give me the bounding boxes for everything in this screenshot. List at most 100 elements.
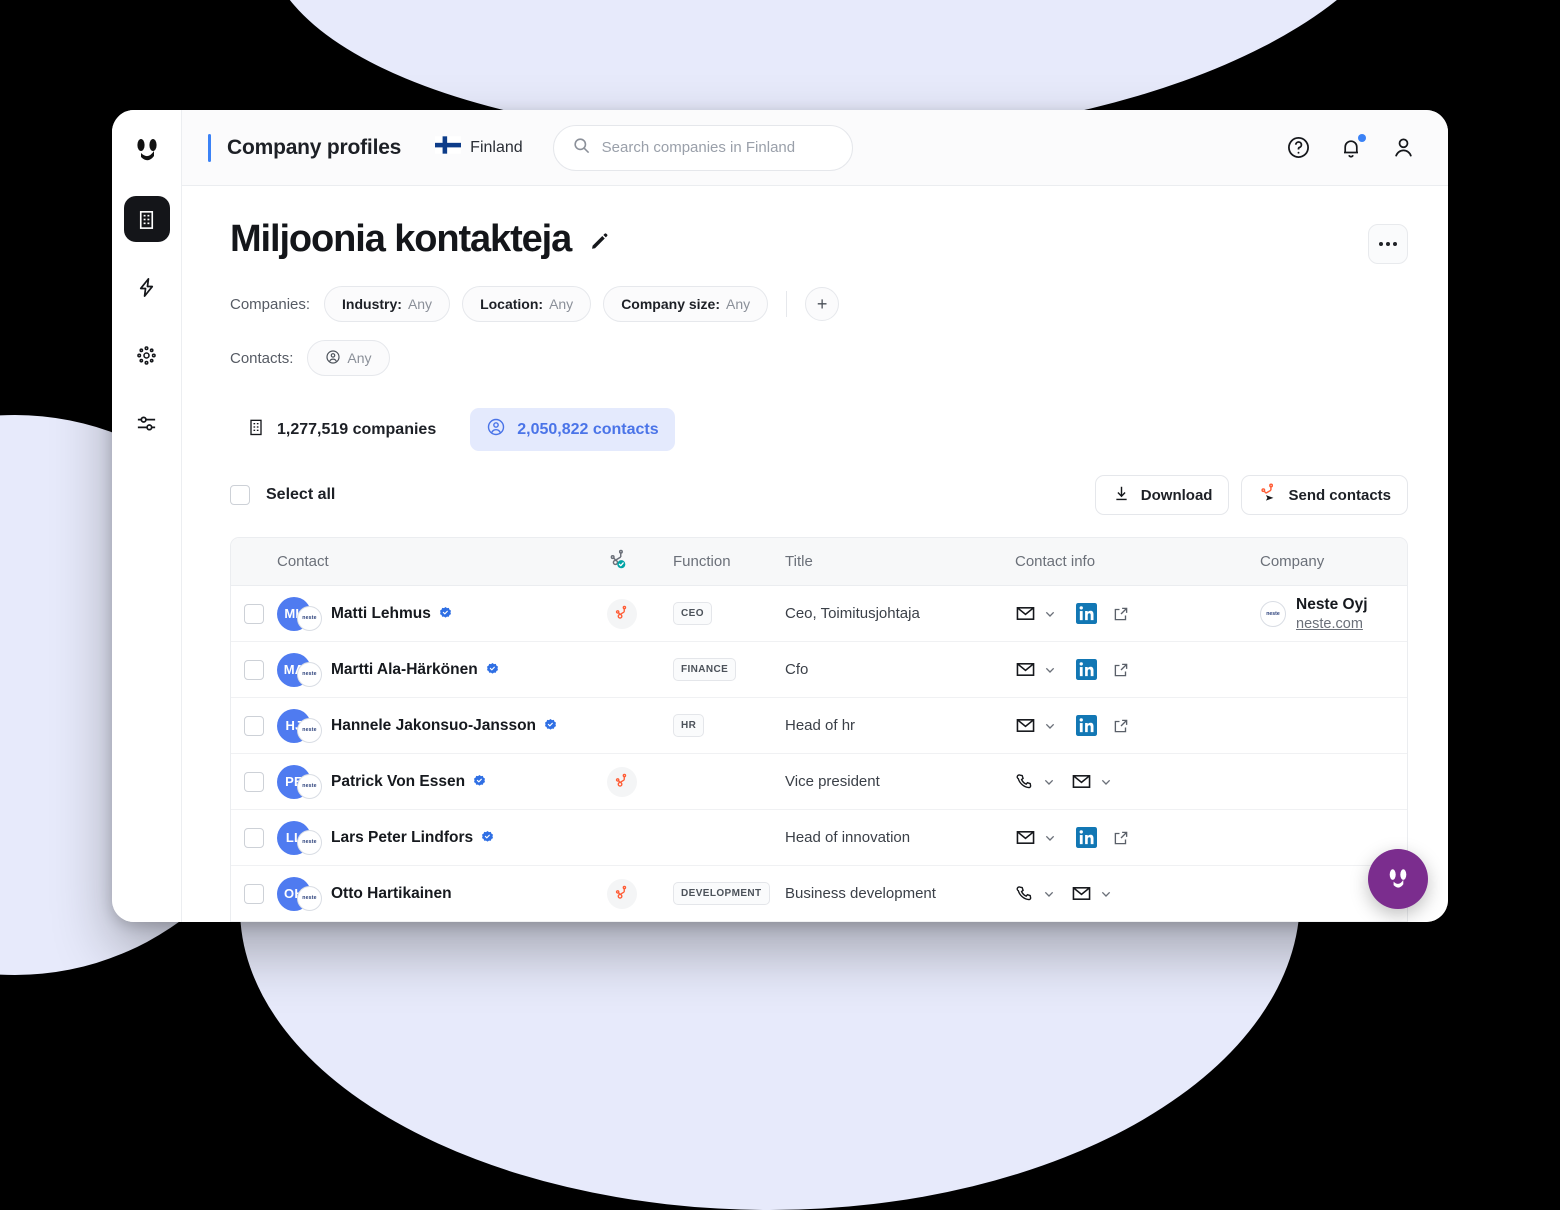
avatar-company-badge: neste	[297, 605, 322, 631]
company-filters: Companies: Industry: Any Location: Any C…	[230, 286, 1408, 322]
table-row[interactable]: LL neste Lars Peter Lindfors Head of innova…	[231, 810, 1407, 866]
table-row[interactable]: OH neste Otto Hartikainen DEVELOPMENT Busine…	[231, 866, 1407, 922]
hubspot-row-icon[interactable]	[607, 878, 637, 909]
verified-badge-icon	[485, 662, 500, 677]
table-header-row: Contact Function Title Contact info Comp…	[231, 538, 1407, 586]
avatar[interactable]: ML neste	[277, 596, 322, 632]
country-selector[interactable]: Finland	[435, 136, 523, 159]
company-url-link[interactable]: neste.com	[1296, 616, 1368, 632]
table-row[interactable]: HJ neste Hannele Jakonsuo-Jansson HR Head of…	[231, 698, 1407, 754]
account-icon[interactable]	[1391, 135, 1416, 160]
lightning-bolt-icon	[135, 276, 158, 299]
table-row[interactable]: MA neste Martti Ala-Härkönen FINANCE Cfo	[231, 642, 1407, 698]
select-all-label: Select all	[266, 486, 336, 503]
column-header-title[interactable]: Title	[785, 553, 1015, 570]
download-label: Download	[1140, 486, 1213, 504]
row-checkbox[interactable]	[244, 827, 264, 848]
phone-icon[interactable]	[1015, 772, 1035, 792]
help-icon[interactable]	[1286, 135, 1311, 160]
row-checkbox[interactable]	[244, 659, 264, 680]
email-icon[interactable]	[1015, 603, 1036, 624]
chevron-down-icon[interactable]	[1041, 774, 1057, 790]
phone-icon[interactable]	[1015, 884, 1035, 904]
column-header-company[interactable]: Company	[1260, 553, 1407, 570]
external-link-icon[interactable]	[1112, 717, 1130, 735]
companies-count-tab[interactable]: 1,277,519 companies	[230, 408, 452, 451]
avatar[interactable]: HJ neste	[277, 708, 322, 744]
column-header-contact[interactable]: Contact	[277, 553, 607, 570]
row-checkbox[interactable]	[244, 883, 264, 904]
contact-title: Cfo	[785, 661, 809, 678]
filter-chip-company-size[interactable]: Company size: Any	[603, 286, 769, 322]
companies-count-label: 1,277,519 companies	[277, 420, 437, 438]
linkedin-icon[interactable]	[1076, 715, 1097, 736]
sidebar-item-settings[interactable]	[124, 400, 170, 446]
contact-name[interactable]: Matti Lehmus	[331, 605, 431, 623]
verified-badge-icon	[543, 718, 558, 733]
chevron-down-icon[interactable]	[1042, 718, 1058, 734]
column-header-function[interactable]: Function	[673, 553, 785, 570]
hubspot-row-icon[interactable]	[607, 766, 637, 797]
email-icon[interactable]	[1015, 715, 1036, 736]
search-box[interactable]	[552, 124, 853, 171]
contacts-count-tab[interactable]: 2,050,822 contacts	[470, 408, 675, 451]
email-icon[interactable]	[1071, 883, 1092, 904]
contact-name[interactable]: Hannele Jakonsuo-Jansson	[331, 717, 536, 735]
verified-badge-icon	[472, 774, 487, 789]
row-checkbox[interactable]	[244, 715, 264, 736]
table-toolbar: Select all Download Send contacts	[230, 475, 1408, 515]
avatar[interactable]: LL neste	[277, 820, 322, 856]
hubspot-row-icon[interactable]	[607, 598, 637, 629]
filter-chip-location[interactable]: Location: Any	[462, 286, 592, 322]
avatar[interactable]: MA neste	[277, 652, 322, 688]
verified-badge-icon	[480, 830, 495, 845]
edit-pencil-icon[interactable]	[589, 232, 610, 253]
add-filter-button[interactable]: +	[805, 287, 840, 321]
column-header-hubspot[interactable]	[607, 549, 673, 575]
sidebar-item-signals[interactable]	[124, 264, 170, 310]
nodes-icon	[135, 344, 158, 367]
external-link-icon[interactable]	[1112, 829, 1130, 847]
email-icon[interactable]	[1015, 827, 1036, 848]
email-icon[interactable]	[1015, 659, 1036, 680]
sidebar-item-company-profiles[interactable]	[123, 196, 170, 242]
chevron-down-icon[interactable]	[1098, 886, 1114, 902]
avatar-company-badge: neste	[297, 829, 322, 855]
chat-widget-button[interactable]	[1368, 849, 1428, 909]
sidebar-item-network[interactable]	[124, 332, 170, 378]
chevron-down-icon[interactable]	[1041, 886, 1057, 902]
contact-name[interactable]: Patrick Von Essen	[331, 773, 465, 791]
row-checkbox[interactable]	[244, 771, 264, 792]
column-header-contact-info[interactable]: Contact info	[1015, 553, 1260, 570]
download-button[interactable]: Download	[1094, 475, 1230, 515]
table-row[interactable]: ML neste Matti Lehmus CEO Ceo, Toimitusjohta…	[231, 586, 1407, 642]
chevron-down-icon[interactable]	[1042, 662, 1058, 678]
external-link-icon[interactable]	[1112, 661, 1130, 679]
more-options-button[interactable]	[1368, 224, 1408, 264]
chevron-down-icon[interactable]	[1042, 606, 1058, 622]
table-row[interactable]: PE neste Patrick Von Essen Vice president	[231, 754, 1407, 810]
chevron-down-icon[interactable]	[1042, 830, 1058, 846]
select-all-checkbox[interactable]	[230, 485, 250, 505]
avatar[interactable]: PE neste	[277, 764, 322, 800]
notifications-bell-icon[interactable]	[1339, 133, 1366, 160]
contact-name[interactable]: Otto Hartikainen	[331, 885, 452, 903]
contact-title: Ceo, Toimitusjohtaja	[785, 605, 920, 622]
row-checkbox[interactable]	[244, 603, 264, 624]
linkedin-icon[interactable]	[1076, 603, 1097, 624]
external-link-icon[interactable]	[1112, 605, 1130, 623]
app-window: Company profiles Finland Search companie…	[112, 110, 1448, 922]
filter-chip-industry[interactable]: Industry: Any	[324, 286, 451, 322]
avatar[interactable]: OH neste	[277, 876, 322, 912]
send-contacts-button[interactable]: Send contacts	[1241, 475, 1408, 515]
company-name[interactable]: Neste Oyj	[1296, 596, 1368, 614]
building-icon	[135, 208, 158, 231]
chevron-down-icon[interactable]	[1098, 774, 1114, 790]
contact-name[interactable]: Lars Peter Lindfors	[331, 829, 473, 847]
linkedin-icon[interactable]	[1076, 659, 1097, 680]
search-input[interactable]	[601, 139, 834, 156]
filter-chip-contacts[interactable]: Any	[307, 340, 390, 376]
contact-name[interactable]: Martti Ala-Härkönen	[331, 661, 478, 679]
email-icon[interactable]	[1071, 771, 1092, 792]
linkedin-icon[interactable]	[1076, 827, 1097, 848]
